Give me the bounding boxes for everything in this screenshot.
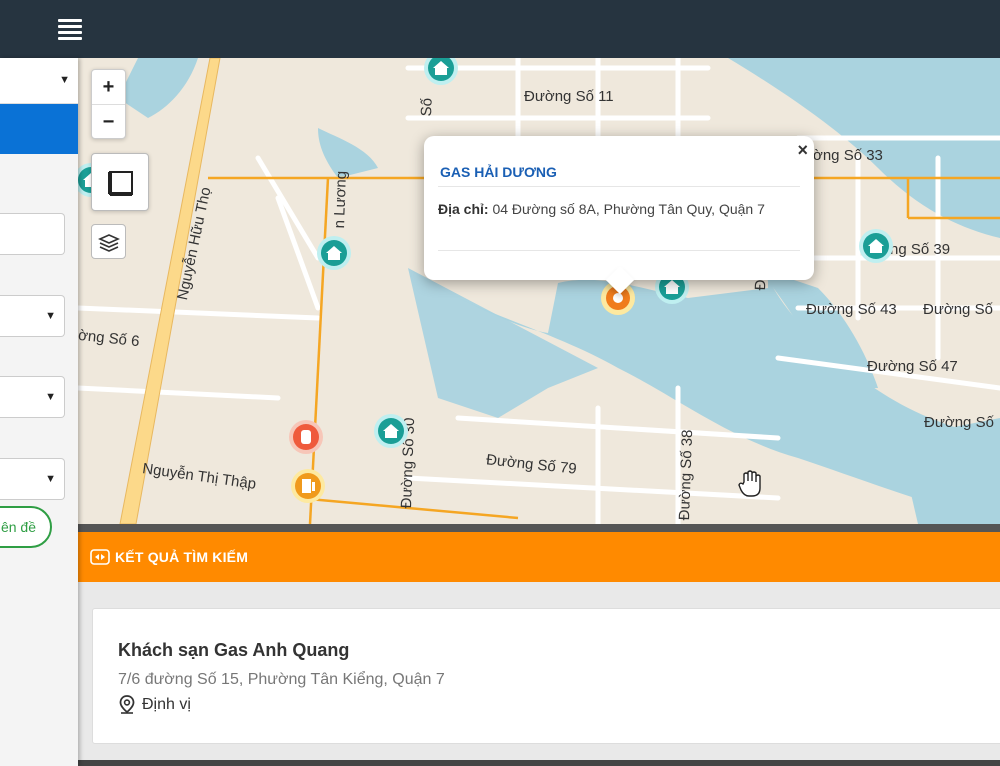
left-sidebar: ▼ ▼ ▼ ▼ ên đề — [0, 58, 78, 766]
divider — [438, 250, 800, 251]
street-label: Đường Số — [924, 414, 994, 431]
sidebar-text-input[interactable] — [0, 213, 65, 255]
chevron-down-icon: ▼ — [45, 391, 56, 403]
map-pin-icon — [119, 695, 135, 714]
popup-address-label: Địa chỉ: — [438, 201, 489, 217]
locate-label: Định vị — [142, 696, 191, 713]
sidebar-active-bar[interactable] — [0, 104, 78, 154]
sidebar-select-3[interactable]: ▼ — [0, 458, 65, 500]
street-label: Đường Số 11 — [524, 88, 614, 105]
bottom-border — [78, 760, 1000, 766]
chevron-down-icon: ▼ — [59, 74, 70, 86]
results-header: KẾT QUẢ TÌM KIẾM — [78, 532, 1000, 582]
ruler-icon — [108, 171, 133, 196]
street-label: ng Số 39 — [890, 241, 951, 258]
map-base — [78, 58, 1000, 524]
street-label: ờng Số 33 — [813, 147, 883, 164]
ruler-measure-button[interactable] — [91, 153, 149, 211]
result-name[interactable]: Khách sạn Gas Anh Quang — [118, 640, 349, 661]
street-label: Đường Số 43 — [806, 301, 897, 318]
street-label: Đường Số — [923, 301, 993, 318]
zoom-out-button[interactable]: − — [92, 104, 125, 138]
layers-button[interactable] — [91, 224, 126, 259]
chevron-down-icon: ▼ — [45, 310, 56, 322]
sidebar-select-1[interactable]: ▼ — [0, 295, 65, 337]
map-info-popup: × GAS HẢI DƯƠNG Địa chỉ: 04 Đường số 8A,… — [424, 136, 814, 280]
fuel-station-marker-icon[interactable] — [290, 468, 326, 504]
chevron-down-icon: ▼ — [45, 473, 56, 485]
popup-close-button[interactable]: × — [797, 140, 808, 161]
street-label: n Lương — [331, 170, 350, 229]
hamburger-menu-icon[interactable] — [58, 19, 82, 40]
popup-address: Địa chỉ: 04 Đường số 8A, Phường Tân Quy,… — [438, 196, 800, 222]
sidebar-top-select[interactable]: ▼ — [0, 58, 78, 104]
result-card[interactable]: Khách sạn Gas Anh Quang 7/6 đường Số 15,… — [92, 608, 1000, 744]
sidebar-topic-button[interactable]: ên đề — [0, 506, 52, 548]
sidebar-select-2[interactable]: ▼ — [0, 376, 65, 418]
popup-address-value: 04 Đường số 8A, Phường Tân Quy, Quận 7 — [492, 201, 765, 217]
zoom-control: + − — [91, 69, 126, 139]
refresh-list-icon — [90, 549, 110, 565]
street-label: Số — [418, 97, 436, 117]
map-view[interactable]: Đường Số 11 ờng Số 33 ng Số 39 Đường Số … — [78, 58, 1000, 524]
results-divider[interactable] — [78, 524, 1000, 532]
street-label: Đường Số 47 — [867, 358, 958, 375]
layers-icon — [98, 234, 120, 252]
divider — [438, 186, 800, 187]
popup-title: GAS HẢI DƯƠNG — [440, 164, 557, 180]
street-label: Đ — [752, 279, 770, 291]
house-marker-icon[interactable] — [373, 413, 409, 449]
house-marker-icon[interactable] — [858, 228, 894, 264]
locate-button[interactable]: Định vị — [118, 695, 191, 715]
hand-cursor-icon — [738, 470, 761, 497]
house-marker-icon[interactable] — [316, 235, 352, 271]
street-label: Đường Số 38 — [676, 429, 697, 521]
zoom-in-button[interactable]: + — [92, 70, 125, 104]
results-title: KẾT QUẢ TÌM KIẾM — [115, 549, 249, 565]
result-address: 7/6 đường Số 15, Phường Tân Kiểng, Quận … — [118, 671, 445, 688]
top-navbar — [0, 0, 1000, 58]
gas-cylinder-marker-icon[interactable] — [288, 419, 324, 455]
